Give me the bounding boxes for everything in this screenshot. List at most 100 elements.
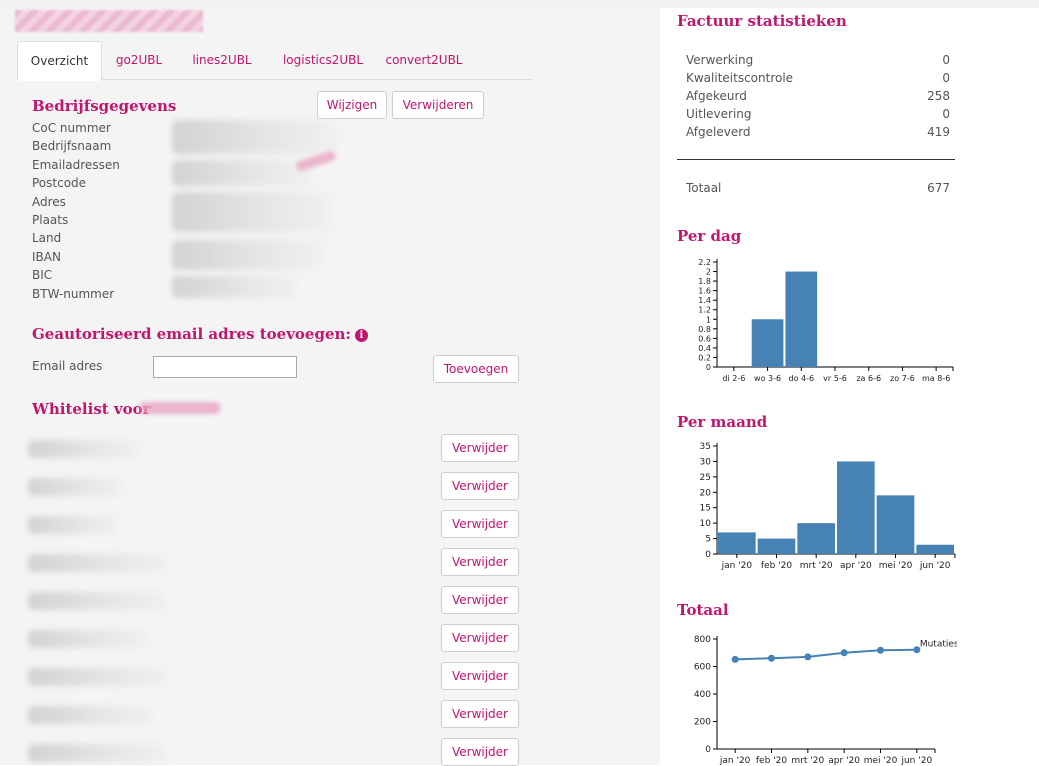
tab-logistics2ubl[interactable]: logistics2UBL — [277, 41, 369, 79]
y-tick-label: 0.4 — [698, 344, 711, 353]
y-tick-label: 35 — [700, 442, 711, 452]
whitelist-email-redacted — [28, 554, 168, 572]
whitelist-email-redacted — [28, 440, 138, 458]
bar — [751, 319, 784, 367]
remove-whitelist-button[interactable]: Verwijder — [441, 700, 519, 728]
x-tick-label: feb '20 — [761, 561, 792, 571]
remove-whitelist-button[interactable]: Verwijder — [441, 586, 519, 614]
remove-whitelist-button[interactable]: Verwijder — [441, 472, 519, 500]
y-tick-label: 1.8 — [698, 277, 711, 286]
chart-per-dag: 00.20.40.60.811.21.41.61.822.2 di 2-6 wo 3… — [698, 258, 954, 383]
stats-total-value: 677 — [927, 181, 950, 195]
y-tick-label: 0.8 — [698, 325, 711, 334]
y-tick-label: 800 — [694, 635, 711, 645]
redacted-value — [172, 160, 312, 186]
company-field-label: Land — [32, 231, 62, 246]
data-point — [840, 649, 848, 657]
company-field-label: Postcode — [32, 176, 87, 191]
stats-row-value: 258 — [927, 89, 950, 103]
data-point — [768, 654, 775, 662]
stats-row: Uitlevering 0 — [686, 107, 950, 125]
stats-row-label: Verwerking — [686, 53, 754, 67]
tab-bar: Overzicht go2UBL lines2UBL logistics2UBL… — [17, 41, 533, 81]
stats-total-row: Totaal 677 — [686, 181, 950, 199]
y-tick-label: 600 — [694, 663, 711, 673]
x-tick-label: do 4-6 — [788, 374, 814, 383]
y-tick-label: 15 — [700, 504, 711, 514]
bar — [837, 461, 875, 554]
remove-whitelist-button[interactable]: Verwijder — [441, 548, 519, 576]
data-point — [877, 646, 884, 654]
remove-whitelist-button[interactable]: Verwijder — [441, 510, 519, 538]
y-tick-label: 1 — [706, 315, 711, 324]
edit-button[interactable]: Wijzigen — [317, 91, 387, 119]
add-email-button[interactable]: Toevoegen — [433, 355, 519, 383]
company-field-label: CoC nummer — [32, 121, 111, 135]
redacted-company-name — [140, 402, 220, 414]
x-tick-label: jan '20 — [719, 756, 751, 765]
authorize-title-text: Geautoriseerd email adres toevoegen: — [32, 325, 351, 343]
whitelist-email-redacted — [28, 706, 153, 724]
x-tick-label: di 2-6 — [722, 374, 745, 383]
delete-company-button[interactable]: Verwijderen — [392, 91, 484, 119]
bar — [757, 538, 796, 554]
company-field-label: BIC — [32, 268, 53, 283]
bar — [797, 523, 835, 554]
company-field-label: Plaats — [32, 213, 69, 227]
remove-whitelist-button[interactable]: Verwijder — [441, 434, 519, 462]
y-tick-label: 0.2 — [698, 353, 711, 362]
redacted-value — [172, 276, 297, 298]
stats-row-value: 0 — [942, 107, 950, 121]
stats-row: Afgeleverd 419 — [686, 125, 950, 143]
tab-convert2ubl[interactable]: convert2UBL — [385, 41, 463, 79]
y-tick-label: 400 — [694, 690, 711, 700]
x-tick-label: feb '20 — [756, 756, 787, 765]
y-tick-label: 25 — [700, 473, 711, 483]
whitelist-email-redacted — [28, 744, 168, 762]
stats-row: Kwaliteitscontrole 0 — [686, 71, 950, 89]
email-field[interactable] — [153, 356, 297, 378]
company-field-label: Emailadressen — [32, 157, 120, 172]
y-tick-label: 1.6 — [698, 287, 711, 296]
whitelist-email-redacted — [28, 592, 168, 610]
y-tick-label: 1.4 — [698, 296, 711, 305]
tab-overzicht[interactable]: Overzicht — [17, 41, 102, 81]
chart-title-per-dag: Per dag — [677, 227, 742, 245]
company-section-title: Bedrijfsgegevens — [32, 97, 177, 115]
company-field-label: BTW-nummer — [32, 286, 115, 301]
y-tick-label: 2.2 — [698, 258, 711, 267]
stats-row-value: 0 — [942, 53, 950, 67]
x-tick-label: jan '20 — [721, 561, 753, 571]
authorize-section-title: Geautoriseerd email adres toevoegen: i — [32, 325, 368, 343]
remove-whitelist-button[interactable]: Verwijder — [441, 738, 519, 766]
tab-go2ubl[interactable]: go2UBL — [111, 41, 167, 79]
stats-row-value: 0 — [942, 71, 950, 85]
x-tick-label: mrt '20 — [800, 561, 833, 571]
redacted-value — [172, 240, 322, 270]
tab-lines2ubl[interactable]: lines2UBL — [187, 41, 257, 79]
stats-divider — [677, 159, 955, 160]
whitelist-section-title: Whitelist voor — [32, 400, 151, 418]
stats-row-label: Kwaliteitscontrole — [686, 71, 794, 85]
y-tick-label: 0 — [705, 550, 711, 560]
x-tick-label: wo 3-6 — [754, 374, 781, 383]
x-tick-label: jun '20 — [919, 561, 951, 571]
info-icon[interactable]: i — [354, 329, 368, 342]
stats-section-title: Factuur statistieken — [677, 12, 847, 30]
bar — [785, 271, 818, 367]
brand-logo — [15, 10, 203, 32]
chart-title-totaal: Totaal — [677, 601, 729, 619]
stats-row-label: Afgeleverd — [686, 125, 751, 139]
stats-total-label: Totaal — [686, 181, 722, 195]
y-tick-label: 30 — [700, 457, 712, 467]
stats-row: Afgekeurd 258 — [686, 89, 950, 107]
stats-row-value: 419 — [927, 125, 950, 139]
x-tick-label: ma 8-6 — [922, 374, 950, 383]
y-tick-label: 1.2 — [698, 306, 711, 315]
y-tick-label: 0 — [705, 745, 711, 755]
remove-whitelist-button[interactable]: Verwijder — [441, 624, 519, 652]
series-label: Mutaties — [920, 640, 957, 650]
x-tick-label: mei '20 — [879, 561, 913, 571]
remove-whitelist-button[interactable]: Verwijder — [441, 662, 519, 690]
y-tick-label: 0 — [706, 363, 711, 372]
